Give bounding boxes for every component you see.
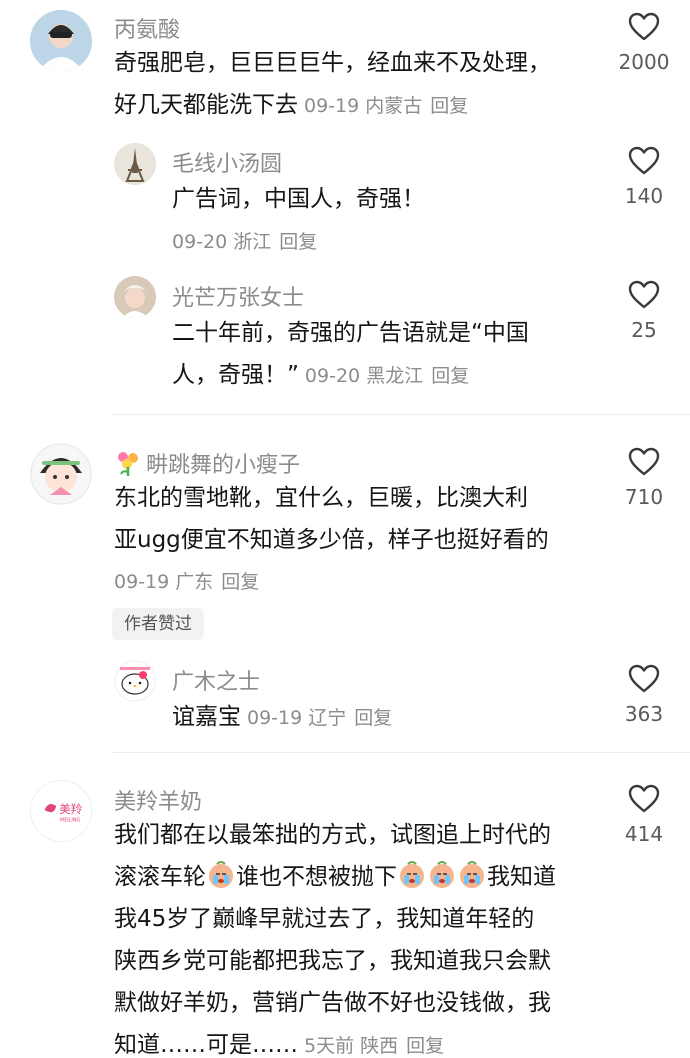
- crying-face-emoji-icon: [430, 861, 454, 888]
- comment-date: 09-20: [304, 365, 361, 387]
- comment-location: 黑龙江: [366, 365, 424, 387]
- avatar[interactable]: [114, 660, 156, 702]
- comment-text-line: 好几天都能洗下去 09-19 内蒙古 回复: [114, 84, 604, 127]
- comment-location: 陕西: [360, 1035, 399, 1057]
- comment-author[interactable]: 丙氨酸: [114, 12, 180, 44]
- comment-author[interactable]: 畊跳舞的小瘦子: [114, 447, 300, 479]
- comment-location: 浙江: [233, 231, 272, 253]
- comment-text-line: 东北的雪地靴，宜什么，巨暖，比澳大利: [114, 485, 528, 511]
- comment-text: 我们都在以最笨拙的方式，试图追上时代的 滚滚车轮 谁也不想被抛下 我知道 我45岁了…: [114, 814, 604, 1058]
- comment-text-line: 默做好羊奶，营销广告做不好也没钱做，我: [114, 990, 551, 1016]
- avatar[interactable]: [114, 276, 156, 318]
- like-count: 25: [631, 318, 657, 342]
- reply-button[interactable]: 回复: [431, 365, 469, 387]
- like-count: 414: [624, 822, 664, 846]
- comment-meta: 09-20 浙江 回复: [172, 227, 317, 254]
- comment-text: 二十年前，奇强的广告语就是“中国 人，奇强！” 09-20 黑龙江 回复: [172, 312, 592, 397]
- comment-location: 内蒙古: [365, 95, 423, 117]
- avatar[interactable]: 美羚 MEILING: [30, 780, 92, 842]
- comment-location: 广东: [175, 571, 214, 593]
- crying-face-emoji-icon: [460, 861, 484, 888]
- comment-text-line: 亚ugg便宜不知道多少倍，样子也挺好看的: [114, 527, 549, 553]
- crying-face-emoji-icon: [209, 861, 233, 888]
- comment-text-line: 滚滚车轮 谁也不想被抛下 我知道: [114, 856, 604, 898]
- avatar[interactable]: [30, 443, 92, 505]
- reply-button[interactable]: 回复: [430, 95, 468, 117]
- reply-button[interactable]: 回复: [406, 1035, 444, 1057]
- comment-text-line: 谁也不想被抛下: [236, 864, 397, 890]
- comment-text: 谊嘉宝 09-19 辽宁 回复: [172, 696, 592, 739]
- comment-text-line: 谊嘉宝 09-19 辽宁 回复: [172, 696, 592, 739]
- divider: [112, 752, 690, 753]
- heart-icon: [628, 447, 660, 476]
- author-liked-badge: 作者赞过: [112, 608, 204, 640]
- like-count: 140: [624, 184, 664, 208]
- like-count: 363: [624, 702, 664, 726]
- reply-button[interactable]: 回复: [354, 707, 392, 729]
- comment-text: 广告词，中国人，奇强！: [172, 186, 425, 212]
- like-button[interactable]: 2000: [599, 12, 689, 74]
- comment-date: 09-19: [247, 707, 303, 729]
- comment-location: 辽宁: [308, 707, 347, 729]
- comment-text-line: 人，奇强！” 09-20 黑龙江 回复: [172, 354, 592, 397]
- comment-text-line: 奇强肥皂，巨巨巨巨牛，经血来不及处理，: [114, 50, 551, 76]
- reply-button[interactable]: 回复: [221, 571, 259, 593]
- comment-text: 东北的雪地靴，宜什么，巨暖，比澳大利 亚ugg便宜不知道多少倍，样子也挺好看的: [114, 477, 604, 561]
- divider: [112, 414, 690, 415]
- comment-author-name: 畊跳舞的小瘦子: [146, 453, 301, 478]
- heart-icon: [628, 280, 660, 309]
- avatar[interactable]: [114, 143, 156, 185]
- avatar[interactable]: [30, 10, 92, 72]
- comment-date: 09-19: [304, 95, 360, 117]
- like-button[interactable]: 363: [599, 664, 689, 726]
- brand-logo-text: 美羚: [59, 802, 83, 816]
- reply-button[interactable]: 回复: [279, 231, 317, 253]
- crying-face-emoji-icon: [400, 861, 424, 888]
- like-count: 710: [624, 485, 664, 509]
- like-button[interactable]: 414: [599, 784, 689, 846]
- comment-text-line: 知道……可是……: [114, 1032, 298, 1058]
- comment-text-line: 我们都在以最笨拙的方式，试图追上时代的: [114, 822, 551, 848]
- comment-date: 09-20: [172, 231, 228, 253]
- brand-logo-subtext: MEILING: [60, 818, 80, 824]
- comment-text-line: 谊嘉宝: [172, 704, 241, 730]
- like-button[interactable]: 25: [599, 280, 689, 342]
- comment-text-line: 滚滚车轮: [114, 864, 206, 890]
- heart-icon: [628, 784, 660, 813]
- comment-date: 5天前: [304, 1035, 355, 1057]
- like-button[interactable]: 140: [599, 146, 689, 208]
- like-button[interactable]: 710: [599, 447, 689, 509]
- comment-text-line: 陕西乡党可能都把我忘了，我知道我只会默: [114, 948, 551, 974]
- comment-text-line: 知道……可是…… 5天前 陕西 回复: [114, 1024, 604, 1058]
- heart-icon: [628, 664, 660, 693]
- comment-text-line: 我45岁了巅峰早就过去了，我知道年轻的: [114, 906, 535, 932]
- comment-text-line: 人，奇强！”: [172, 362, 299, 388]
- comment-text-line: 我知道: [487, 864, 556, 890]
- heart-icon: [628, 146, 660, 175]
- comment-text-line: 好几天都能洗下去: [114, 92, 298, 118]
- comment-text-line: 二十年前，奇强的广告语就是“中国: [172, 320, 529, 346]
- comment-author[interactable]: 广木之士: [172, 664, 260, 696]
- like-count: 2000: [618, 50, 670, 74]
- comment-date: 09-19: [114, 571, 170, 593]
- comment-author[interactable]: 光芒万张女士: [172, 280, 304, 312]
- heart-icon: [628, 12, 660, 41]
- flower-emoji-icon: [118, 452, 138, 476]
- comment-meta: 09-19 广东 回复: [114, 567, 259, 594]
- comment-author[interactable]: 美羚羊奶: [114, 784, 202, 816]
- comment-author[interactable]: 毛线小汤圆: [172, 146, 282, 178]
- comment-text: 奇强肥皂，巨巨巨巨牛，经血来不及处理， 好几天都能洗下去 09-19 内蒙古 回复: [114, 42, 604, 127]
